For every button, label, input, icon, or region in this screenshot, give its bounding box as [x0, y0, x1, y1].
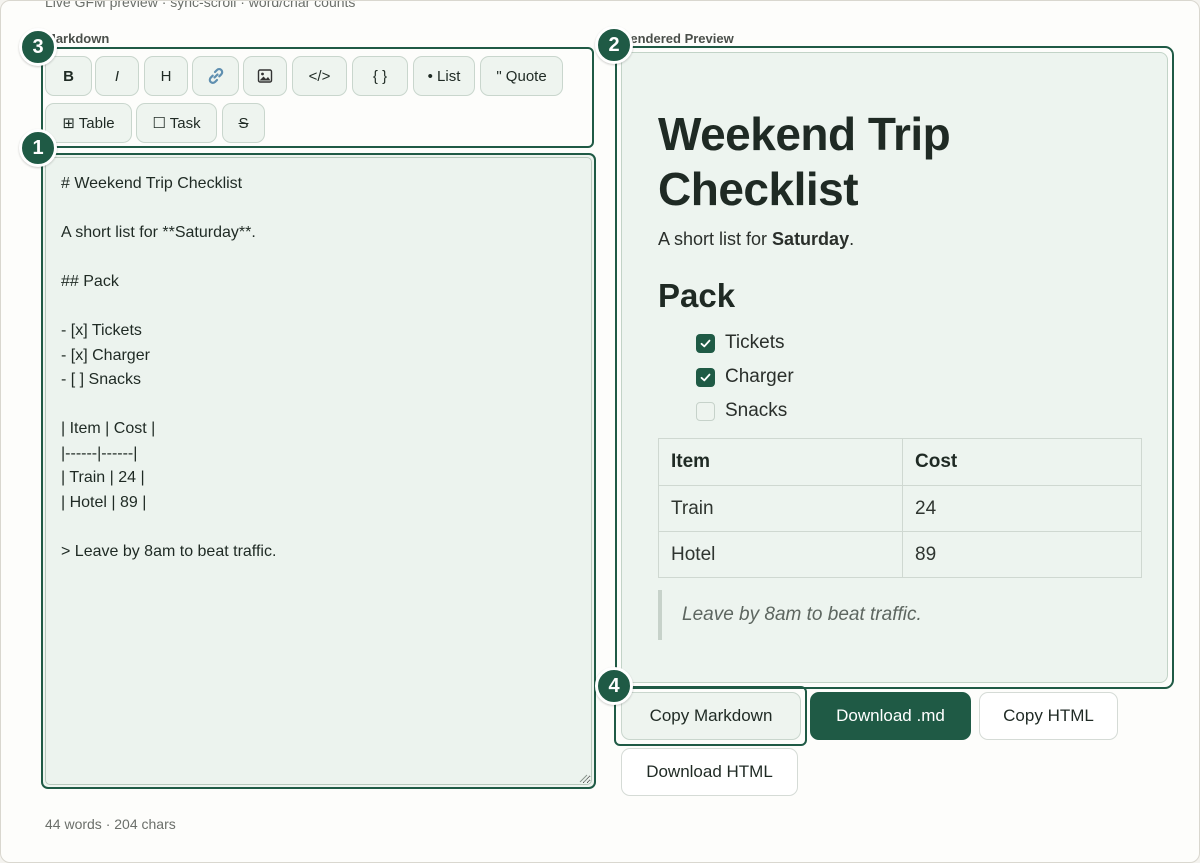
checkbox-checked-icon[interactable] [696, 367, 715, 387]
task-item: Tickets [696, 332, 784, 354]
image-button[interactable] [243, 56, 287, 96]
task-label: Snacks [725, 400, 788, 421]
heading-button[interactable]: H [144, 56, 188, 96]
preview-heading-1: Weekend Trip Checklist [658, 108, 951, 215]
step-badge-3: 3 [19, 28, 57, 66]
task-label: Charger [725, 366, 794, 387]
step-badge-4: 4 [595, 667, 633, 705]
step-badge-1: 1 [19, 129, 57, 167]
inline-code-button[interactable]: </> [292, 56, 347, 96]
task-item: Charger [696, 366, 794, 388]
list-button[interactable]: • List [413, 56, 475, 96]
strikethrough-button[interactable]: S [222, 103, 265, 143]
task-item: Snacks [696, 400, 787, 422]
link-icon [206, 66, 226, 86]
table-cell: Hotel [658, 531, 903, 578]
paragraph-end: . [849, 229, 855, 249]
table-cell: 24 [902, 485, 1142, 532]
bold-button[interactable]: B [45, 56, 92, 96]
copy-html-button[interactable]: Copy HTML [979, 692, 1118, 740]
table-header-cell: Item [658, 438, 903, 486]
checkbox-unchecked-icon[interactable] [696, 401, 715, 421]
markdown-editor-panel: # Weekend Trip Checklist A short list fo… [41, 153, 596, 789]
quote-button[interactable]: " Quote [480, 56, 563, 96]
table-header-cell: Cost [902, 438, 1142, 486]
table-button[interactable]: ⊞ Table [45, 103, 132, 143]
table-header-row: Item Cost [658, 438, 1142, 486]
word-char-counts: 44 words · 204 chars [45, 816, 176, 832]
table-cell: 89 [902, 531, 1142, 578]
paragraph-bold-text: Saturday [772, 229, 850, 249]
table-cell: Train [658, 485, 903, 532]
step-badge-2: 2 [595, 26, 633, 64]
resize-handle-icon[interactable] [578, 770, 588, 783]
italic-button[interactable]: I [95, 56, 139, 96]
preview-heading-2: Pack [658, 277, 736, 314]
formatting-toolbar: B I H </> { } • List " Quote ⊞ Table ☐ T… [41, 47, 594, 148]
preview-blockquote: Leave by 8am to beat traffic. [658, 590, 922, 640]
image-icon [257, 68, 273, 84]
app-frame: Live GFM preview · sync-scroll · word/ch… [0, 0, 1200, 863]
download-html-button[interactable]: Download HTML [621, 748, 798, 796]
preview-table: Item Cost Train 24 Hotel 89 [658, 438, 1142, 578]
paragraph-text: A short list for [658, 229, 773, 249]
task-button[interactable]: ☐ Task [136, 103, 217, 143]
table-row: Train 24 [658, 485, 1142, 532]
table-row: Hotel 89 [658, 531, 1142, 578]
rendered-preview: Weekend Trip Checklist A short list for … [621, 52, 1168, 683]
page-subtitle: Live GFM preview · sync-scroll · word/ch… [45, 0, 356, 10]
preview-section-label: Rendered Preview [621, 31, 734, 46]
task-label: Tickets [725, 332, 785, 353]
download-md-button[interactable]: Download .md [810, 692, 971, 740]
preview-panel: Weekend Trip Checklist A short list for … [615, 46, 1174, 689]
markdown-editor[interactable]: # Weekend Trip Checklist A short list fo… [45, 157, 592, 785]
link-button[interactable] [192, 56, 239, 96]
copy-markdown-button[interactable]: Copy Markdown [621, 692, 801, 740]
preview-paragraph: A short list for Saturday. [658, 229, 854, 250]
checkbox-checked-icon[interactable] [696, 333, 715, 353]
code-block-button[interactable]: { } [352, 56, 408, 96]
